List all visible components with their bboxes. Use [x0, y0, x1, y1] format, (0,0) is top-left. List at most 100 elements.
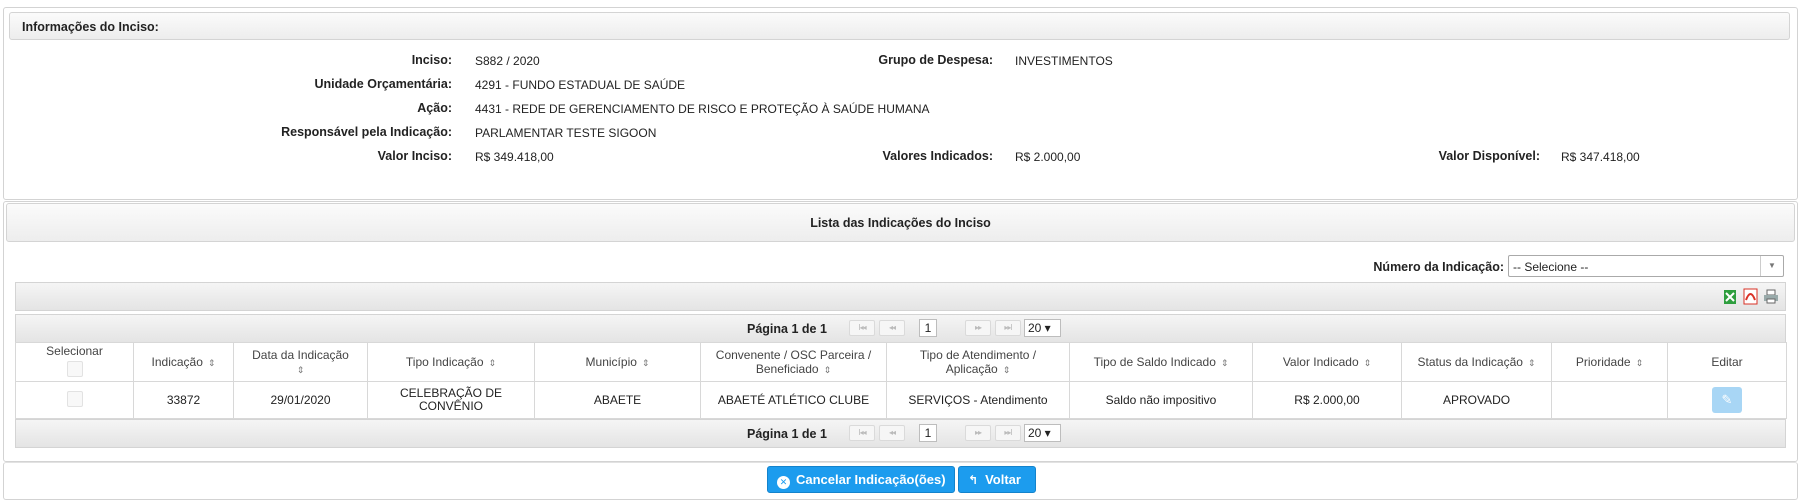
sort-icon: ⇕ — [641, 357, 650, 368]
dropdown-arrow-icon: ▼ — [1760, 256, 1783, 276]
pager-first-button[interactable]: I◂◂ — [849, 320, 875, 336]
sort-icon: ⇕ — [207, 357, 216, 368]
col-prioridade-label: Prioridade — [1575, 354, 1631, 369]
grupo-despesa-label: Grupo de Despesa: — [878, 53, 993, 67]
acao-label: Ação: — [417, 101, 452, 115]
pager-last-button[interactable]: ▸▸I — [995, 320, 1021, 336]
info-panel-header: Informações do Inciso: — [9, 12, 1790, 40]
inciso-label: Inciso: — [411, 53, 452, 67]
back-label: Voltar — [985, 472, 1021, 487]
col-status[interactable]: Status da Indicação ⇕ — [1401, 342, 1552, 382]
pdf-export-icon[interactable] — [1743, 288, 1758, 305]
col-indicacao-label: Indicação — [151, 354, 203, 369]
back-arrow-icon: ↰ — [968, 473, 979, 487]
filter-label: Número da Indicação: — [1373, 260, 1504, 274]
sort-icon: ⇕ — [1527, 357, 1536, 368]
sort-icon: ⇕ — [488, 357, 497, 368]
cell-status: APROVADO — [1401, 381, 1552, 419]
valor-disponivel-label: Valor Disponível: — [1438, 149, 1540, 163]
cancel-circle-icon: ✕ — [777, 476, 790, 489]
sort-icon: ⇕ — [823, 364, 832, 375]
col-valor-label: Valor Indicado — [1282, 354, 1359, 369]
select-all-checkbox[interactable] — [66, 361, 83, 377]
valor-inciso-label: Valor Inciso: — [377, 149, 452, 163]
valor-disponivel-value: R$ 347.418,00 — [1561, 150, 1640, 164]
unidade-label: Unidade Orçamentária: — [314, 77, 452, 91]
cell-convenente: ABAETÉ ATLÉTICO CLUBE — [700, 381, 887, 419]
col-convenente-label: Convenente / OSC Parceira / Beneficiado — [715, 347, 872, 376]
col-prioridade[interactable]: Prioridade ⇕ — [1551, 342, 1668, 382]
list-panel-header: Lista das Indicações do Inciso — [6, 203, 1795, 242]
pager-prev-button[interactable]: ◂◂ — [879, 320, 905, 336]
responsavel-label: Responsável pela Indicação: — [281, 125, 452, 139]
pager-first-button[interactable]: I◂◂ — [849, 425, 875, 441]
col-data-label: Data da Indicação — [252, 347, 349, 362]
col-status-label: Status da Indicação — [1417, 354, 1523, 369]
pager-next-button[interactable]: ▸▸ — [965, 320, 991, 336]
cell-saldo: Saldo não impositivo — [1069, 381, 1253, 419]
indicacoes-table: Selecionar Indicação ⇕ Data da Indicação ⇕… — [15, 342, 1787, 419]
indicacao-select[interactable]: -- Selecione -- ▼ — [1508, 255, 1784, 277]
sort-icon: ⇕ — [1363, 357, 1372, 368]
cell-municipio: ABAETE — [534, 381, 701, 419]
col-atendimento-label: Tipo de Atendimento / Aplicação — [919, 347, 1037, 376]
grupo-despesa-value: INVESTIMENTOS — [1015, 54, 1113, 68]
sort-icon: ⇕ — [1220, 357, 1229, 368]
col-data[interactable]: Data da Indicação ⇕ — [233, 342, 368, 382]
list-panel-title: Lista das Indicações do Inciso — [810, 216, 991, 230]
col-saldo-label: Tipo de Saldo Indicado — [1093, 354, 1216, 369]
pager-page-size[interactable]: 20 ▾ — [1024, 319, 1061, 337]
col-selecionar: Selecionar — [15, 342, 134, 382]
table-header-row: Selecionar Indicação ⇕ Data da Indicação ⇕… — [15, 342, 1787, 382]
col-saldo[interactable]: Tipo de Saldo Indicado ⇕ — [1069, 342, 1253, 382]
back-button[interactable]: ↰ Voltar — [958, 466, 1036, 493]
info-panel-title: Informações do Inciso: — [22, 20, 159, 34]
col-atendimento[interactable]: Tipo de Atendimento / Aplicação ⇕ — [886, 342, 1070, 382]
unidade-value: 4291 - FUNDO ESTADUAL DE SAÚDE — [475, 78, 686, 92]
pager-current-page[interactable]: 1 — [919, 319, 937, 337]
valores-indicados-label: Valores Indicados: — [882, 149, 993, 163]
col-municipio-label: Município — [585, 354, 637, 369]
col-tipo[interactable]: Tipo Indicação ⇕ — [367, 342, 535, 382]
pager-bottom: Página 1 de 1 I◂◂ ◂◂ 1 ▸▸ ▸▸I 20 ▾ — [15, 419, 1786, 448]
cell-tipo: CELEBRAÇÃO DE CONVÊNIO — [367, 381, 535, 419]
indicacao-select-value: -- Selecione -- — [1513, 260, 1589, 274]
edit-button[interactable]: ✎ — [1712, 387, 1742, 413]
cancel-indicacao-label: Cancelar Indicação(ões) — [796, 472, 946, 487]
pager-top: Página 1 de 1 I◂◂ ◂◂ 1 ▸▸ ▸▸I 20 ▾ — [15, 314, 1786, 343]
row-select-cell — [15, 381, 134, 419]
excel-export-icon[interactable] — [1723, 289, 1737, 305]
cell-data: 29/01/2020 — [233, 381, 368, 419]
col-valor[interactable]: Valor Indicado ⇕ — [1252, 342, 1402, 382]
inciso-value: S882 / 2020 — [475, 54, 540, 68]
col-selecionar-label: Selecionar — [46, 344, 103, 358]
pager-next-button[interactable]: ▸▸ — [965, 425, 991, 441]
col-editar-label: Editar — [1711, 355, 1743, 369]
row-checkbox[interactable] — [66, 390, 83, 407]
valores-indicados-value: R$ 2.000,00 — [1015, 150, 1081, 164]
col-indicacao[interactable]: Indicação ⇕ — [133, 342, 234, 382]
print-icon[interactable] — [1763, 289, 1779, 304]
pager-text: Página 1 de 1 — [747, 427, 827, 441]
pager-last-button[interactable]: ▸▸I — [995, 425, 1021, 441]
col-municipio[interactable]: Município ⇕ — [534, 342, 701, 382]
pager-current-page[interactable]: 1 — [919, 424, 937, 442]
cancel-indicacao-button[interactable]: ✕ Cancelar Indicação(ões) — [767, 466, 955, 493]
cell-atendimento: SERVIÇOS - Atendimento — [886, 381, 1070, 419]
col-tipo-label: Tipo Indicação — [405, 354, 484, 369]
table-row: 33872 29/01/2020 CELEBRAÇÃO DE CONVÊNIO … — [15, 381, 1787, 419]
pager-prev-button[interactable]: ◂◂ — [879, 425, 905, 441]
sort-icon: ⇕ — [296, 364, 305, 375]
col-editar: Editar — [1667, 342, 1787, 382]
acao-value: 4431 - REDE DE GERENCIAMENTO DE RISCO E … — [475, 102, 930, 116]
edit-icon: ✎ — [1721, 392, 1733, 407]
valor-inciso-value: R$ 349.418,00 — [475, 150, 554, 164]
cell-indicacao: 33872 — [133, 381, 234, 419]
cell-prioridade — [1551, 381, 1668, 419]
sort-icon: ⇕ — [1635, 357, 1644, 368]
col-convenente[interactable]: Convenente / OSC Parceira / Beneficiado ⇕ — [700, 342, 887, 382]
cell-editar: ✎ — [1667, 381, 1787, 419]
cell-valor: R$ 2.000,00 — [1252, 381, 1402, 419]
grid-toolbar — [15, 282, 1786, 311]
pager-page-size[interactable]: 20 ▾ — [1024, 424, 1061, 442]
